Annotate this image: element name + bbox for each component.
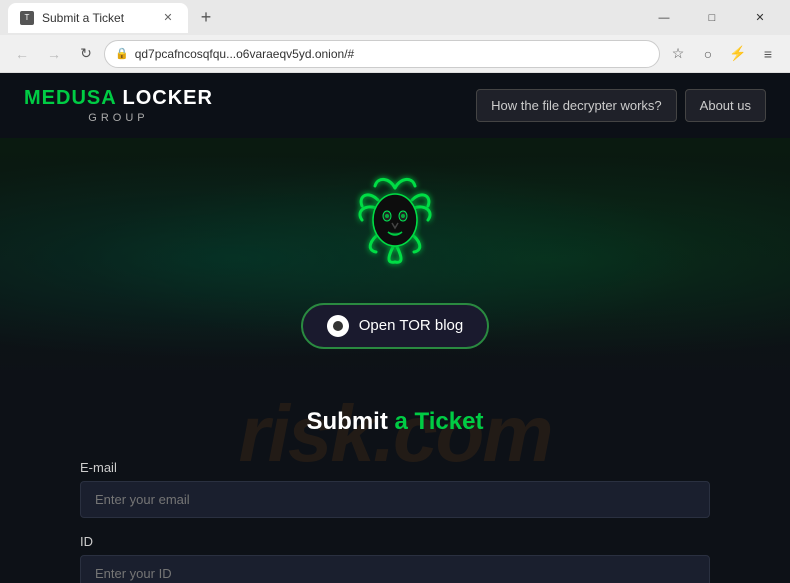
submit-section: risk.com Submit a Ticket E-mail ID	[0, 378, 790, 583]
id-label: ID	[80, 534, 710, 549]
new-tab-button[interactable]: +	[192, 4, 220, 32]
forward-button[interactable]: →	[40, 40, 68, 68]
site-nav-links: How the file decrypter works? About us	[476, 89, 766, 122]
submit-title-highlight-text: a Ticket	[395, 408, 484, 435]
logo-locker: LOCKER	[116, 87, 213, 109]
back-button[interactable]: ←	[8, 40, 36, 68]
medusa-logo	[340, 168, 450, 283]
about-link[interactable]: About us	[685, 89, 766, 122]
profile-button[interactable]: ○	[694, 40, 722, 68]
address-bar[interactable]: 🔒 qd7pcafncosqfqu...o6varaeqv5yd.onion/#	[104, 40, 660, 68]
close-button[interactable]: ✕	[738, 4, 782, 32]
email-form-group: E-mail	[80, 460, 710, 518]
tab-close-button[interactable]: ✕	[160, 10, 176, 26]
logo-medusa: MEDUSA	[24, 87, 116, 109]
email-input[interactable]	[80, 481, 710, 518]
website-content: MEDUSA LOCKER GROUP How the file decrypt…	[0, 73, 790, 583]
nav-bar: ← → ↻ 🔒 qd7pcafncosqfqu...o6varaeqv5yd.o…	[0, 35, 790, 73]
email-label: E-mail	[80, 460, 710, 475]
tab-title: Submit a Ticket	[42, 11, 124, 25]
browser-chrome: T Submit a Ticket ✕ + — □ ✕ ← → ↻ 🔒 qd7p…	[0, 0, 790, 73]
submit-title-plain: Submit	[307, 408, 388, 435]
browser-tab[interactable]: T Submit a Ticket ✕	[8, 3, 188, 33]
title-bar: T Submit a Ticket ✕ + — □ ✕	[0, 0, 790, 35]
tor-blog-button[interactable]: Open TOR blog	[301, 303, 490, 349]
tor-icon-inner	[333, 321, 343, 331]
tor-icon	[327, 315, 349, 337]
bookmark-button[interactable]: ☆	[664, 40, 692, 68]
nav-right-controls: ☆ ○ ⚡ ≡	[664, 40, 782, 68]
site-navbar: MEDUSA LOCKER GROUP How the file decrypt…	[0, 73, 790, 138]
address-text: qd7pcafncosqfqu...o6varaeqv5yd.onion/#	[135, 47, 649, 61]
extensions-button[interactable]: ⚡	[724, 40, 752, 68]
id-form-group: ID	[80, 534, 710, 583]
menu-button[interactable]: ≡	[754, 40, 782, 68]
window-controls: — □ ✕	[642, 4, 782, 32]
minimize-button[interactable]: —	[642, 4, 686, 32]
refresh-button[interactable]: ↻	[72, 40, 100, 68]
tab-favicon: T	[20, 11, 34, 25]
id-input[interactable]	[80, 555, 710, 583]
maximize-button[interactable]: □	[690, 4, 734, 32]
tor-button-label: Open TOR blog	[359, 317, 464, 334]
site-logo: MEDUSA LOCKER GROUP	[24, 87, 213, 124]
hero-section: Open TOR blog	[0, 138, 790, 378]
logo-text: MEDUSA LOCKER	[24, 87, 213, 110]
logo-group: GROUP	[24, 112, 213, 124]
decrypter-link[interactable]: How the file decrypter works?	[476, 89, 677, 122]
submit-title: Submit a Ticket	[80, 408, 710, 436]
security-lock-icon: 🔒	[115, 47, 129, 60]
